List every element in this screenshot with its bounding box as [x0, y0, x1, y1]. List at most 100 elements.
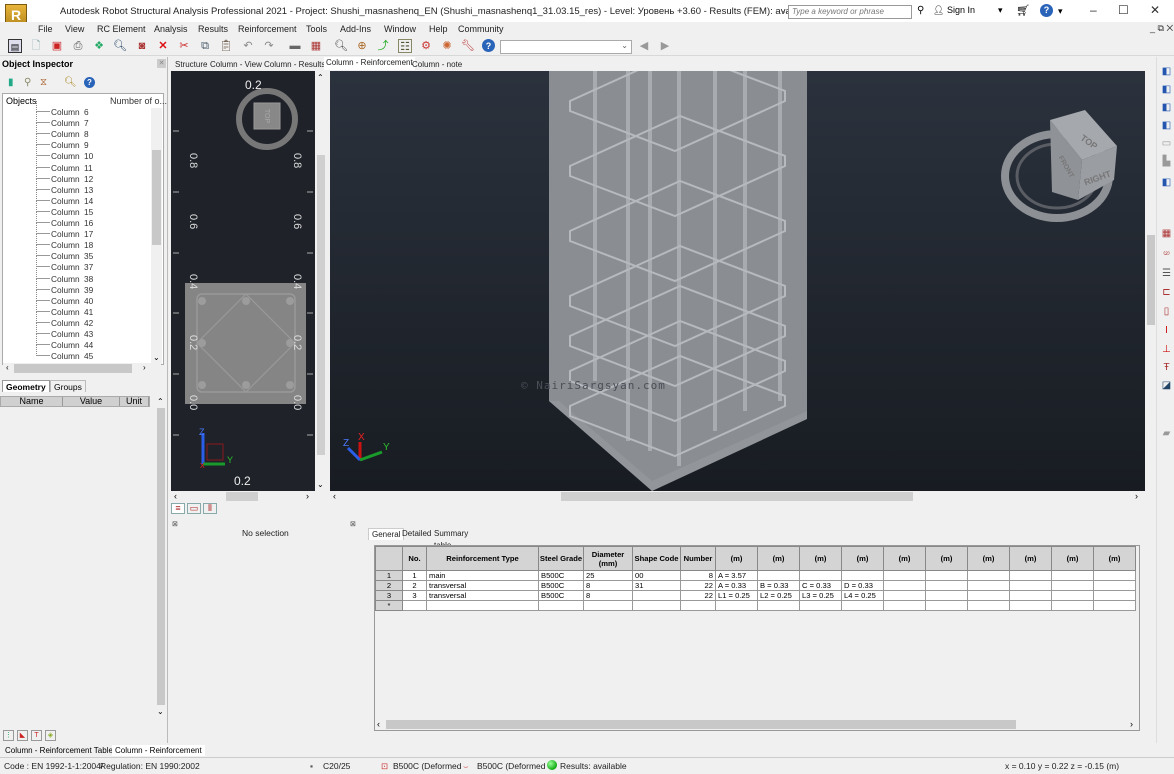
row-header[interactable]: 3: [375, 590, 403, 601]
close-button[interactable]: ✕: [1150, 3, 1160, 17]
scroll-left-icon[interactable]: ‹: [377, 719, 380, 729]
scroll-left-icon[interactable]: ‹: [333, 491, 336, 501]
table-cell-dimension[interactable]: [757, 570, 800, 581]
zoom-icon[interactable]: 🔍︎: [334, 39, 348, 53]
layers-icon[interactable]: ◈: [45, 730, 56, 741]
tab-summary-table[interactable]: Summary table: [431, 528, 471, 550]
scroll-up-icon[interactable]: ⌃: [317, 73, 324, 82]
table-header-cell[interactable]: (m): [883, 546, 926, 571]
row-header[interactable]: *: [375, 600, 403, 611]
reinf-params-icon[interactable]: ⁽²⁾: [1160, 249, 1173, 261]
reinf-list-icon[interactable]: ☰: [1160, 268, 1173, 280]
table-header-cell[interactable]: (m): [841, 546, 884, 571]
display-icon[interactable]: ▬: [288, 39, 302, 53]
scroll-down-icon[interactable]: ⌄: [153, 353, 160, 362]
copy-icon[interactable]: ⧉: [198, 39, 212, 53]
section-rect[interactable]: [185, 283, 306, 404]
table-cell-dimension[interactable]: [883, 600, 926, 611]
table-cell-shape[interactable]: 00: [632, 570, 681, 581]
table-cell-dimension[interactable]: [799, 600, 842, 611]
table-cell-dimension[interactable]: [841, 570, 884, 581]
table-cell-dimension[interactable]: L4 = 0.25: [841, 590, 884, 601]
table-cell-dimension[interactable]: L2 = 0.25: [757, 590, 800, 601]
3d-horizontal-scroll-thumb[interactable]: [561, 492, 913, 501]
table-cell-dia[interactable]: [583, 600, 633, 611]
table-cell-dimension[interactable]: C = 0.33: [799, 580, 842, 591]
table-cell-dimension[interactable]: [967, 600, 1010, 611]
scroll-right-icon[interactable]: ›: [1130, 719, 1133, 729]
table-cell-shape[interactable]: [632, 600, 681, 611]
table-cell-dimension[interactable]: [925, 590, 968, 601]
zoom-window-icon[interactable]: ⊕: [355, 39, 369, 53]
column-disabled-icon[interactable]: ▭: [1160, 138, 1173, 150]
table-header-cell[interactable]: No.: [402, 546, 427, 571]
3d-vertical-scroll-thumb[interactable]: [1147, 235, 1155, 325]
menu-rc-element[interactable]: RC Element: [97, 24, 146, 34]
table-cell-dimension[interactable]: [967, 570, 1010, 581]
table-cell-grade[interactable]: B500C: [538, 570, 584, 581]
table-header-cell[interactable]: (m): [799, 546, 842, 571]
column-results-icon[interactable]: ◧: [1160, 177, 1173, 189]
tab-detailed[interactable]: Detailed: [399, 528, 434, 540]
menu-file[interactable]: File: [38, 24, 53, 34]
table-cell-dimension[interactable]: L1 = 0.25: [715, 590, 758, 601]
scroll-down-icon[interactable]: ⌄: [317, 480, 324, 489]
preferences-icon[interactable]: 🔧︎: [461, 39, 475, 53]
print-icon[interactable]: ⎙: [71, 39, 85, 53]
prop-col-value[interactable]: Value: [63, 397, 120, 406]
table-cell-dimension[interactable]: [1009, 590, 1052, 601]
columns-view-icon[interactable]: ⦀: [203, 503, 217, 514]
section-icon[interactable]: ◣: [17, 730, 28, 741]
section-horizontal-scroll-thumb[interactable]: [226, 492, 258, 501]
table-cell-dimension[interactable]: [799, 570, 842, 581]
list-view-icon[interactable]: ≡: [171, 503, 185, 514]
table-cell-grade[interactable]: B500C: [538, 580, 584, 591]
help-search-input[interactable]: Type a keyword or phrase: [788, 5, 912, 19]
column-calc-icon[interactable]: ◧: [1160, 120, 1173, 132]
table-cell-dimension[interactable]: [715, 600, 758, 611]
binoculars-search-icon[interactable]: ⚲: [917, 5, 924, 16]
reinf-drawing-icon[interactable]: ◪: [1160, 380, 1173, 392]
table-cell-dimension[interactable]: [1051, 570, 1094, 581]
scroll-down-icon[interactable]: ⌄: [157, 707, 164, 716]
table-cell-number[interactable]: 22: [680, 590, 716, 601]
menu-help[interactable]: Help: [429, 24, 448, 34]
prop-col-name[interactable]: Name: [1, 397, 63, 406]
menu-add-ins[interactable]: Add-Ins: [340, 24, 371, 34]
tab-groups[interactable]: Groups: [50, 380, 86, 392]
tab-reinforcement-table[interactable]: Column - Reinforcement Table: [2, 745, 116, 756]
settings-icon[interactable]: ✺: [440, 39, 454, 53]
table-row[interactable]: 2 2 transversal B500C 8 31 22 A = 0.33 B = 0.33 C…: [375, 580, 1136, 591]
help-dropdown-icon[interactable]: ▾: [1058, 6, 1063, 17]
tab-geometry[interactable]: Geometry: [2, 380, 50, 392]
menu-reinforcement[interactable]: Reinforcement: [238, 24, 297, 34]
column-header-objects[interactable]: Objects: [6, 96, 37, 106]
table-cell-dimension[interactable]: [1093, 590, 1136, 601]
table-cell-dimension[interactable]: [1051, 580, 1094, 591]
table-cell-dimension[interactable]: A = 3.57: [715, 570, 758, 581]
structure-icon[interactable]: ▤: [8, 39, 22, 53]
table-cell-dimension[interactable]: [1093, 580, 1136, 591]
filter-icon[interactable]: ▮: [8, 77, 14, 88]
table-cell-dimension[interactable]: [925, 570, 968, 581]
menu-view[interactable]: View: [65, 24, 84, 34]
tab-structure[interactable]: Structure: [173, 59, 209, 70]
table-cell-dimension[interactable]: [1009, 600, 1052, 611]
reinforcement-pattern-icon[interactable]: ▦: [1160, 228, 1173, 240]
menu-results[interactable]: Results: [198, 24, 228, 34]
selection-filter-icon[interactable]: ⚲: [24, 77, 31, 88]
calc-icon[interactable]: ⚙: [419, 39, 433, 53]
table-cell-dia[interactable]: 8: [583, 580, 633, 591]
table-cell-dimension[interactable]: [1009, 570, 1052, 581]
select-icon[interactable]: ⤴: [376, 39, 390, 53]
menu-window[interactable]: Window: [384, 24, 416, 34]
table-row[interactable]: *: [375, 600, 1136, 611]
scroll-right-icon[interactable]: ›: [1135, 491, 1138, 501]
mini-viewcube[interactable]: TOP: [236, 88, 298, 150]
menu-tools[interactable]: Tools: [306, 24, 327, 34]
table-cell-dimension[interactable]: [1051, 600, 1094, 611]
table-cell-type[interactable]: main: [426, 570, 539, 581]
find-icon[interactable]: 🔍︎: [64, 77, 77, 88]
section-vertical-scroll-thumb[interactable]: [317, 155, 325, 455]
cart-icon[interactable]: 🛒︎: [1016, 4, 1030, 17]
